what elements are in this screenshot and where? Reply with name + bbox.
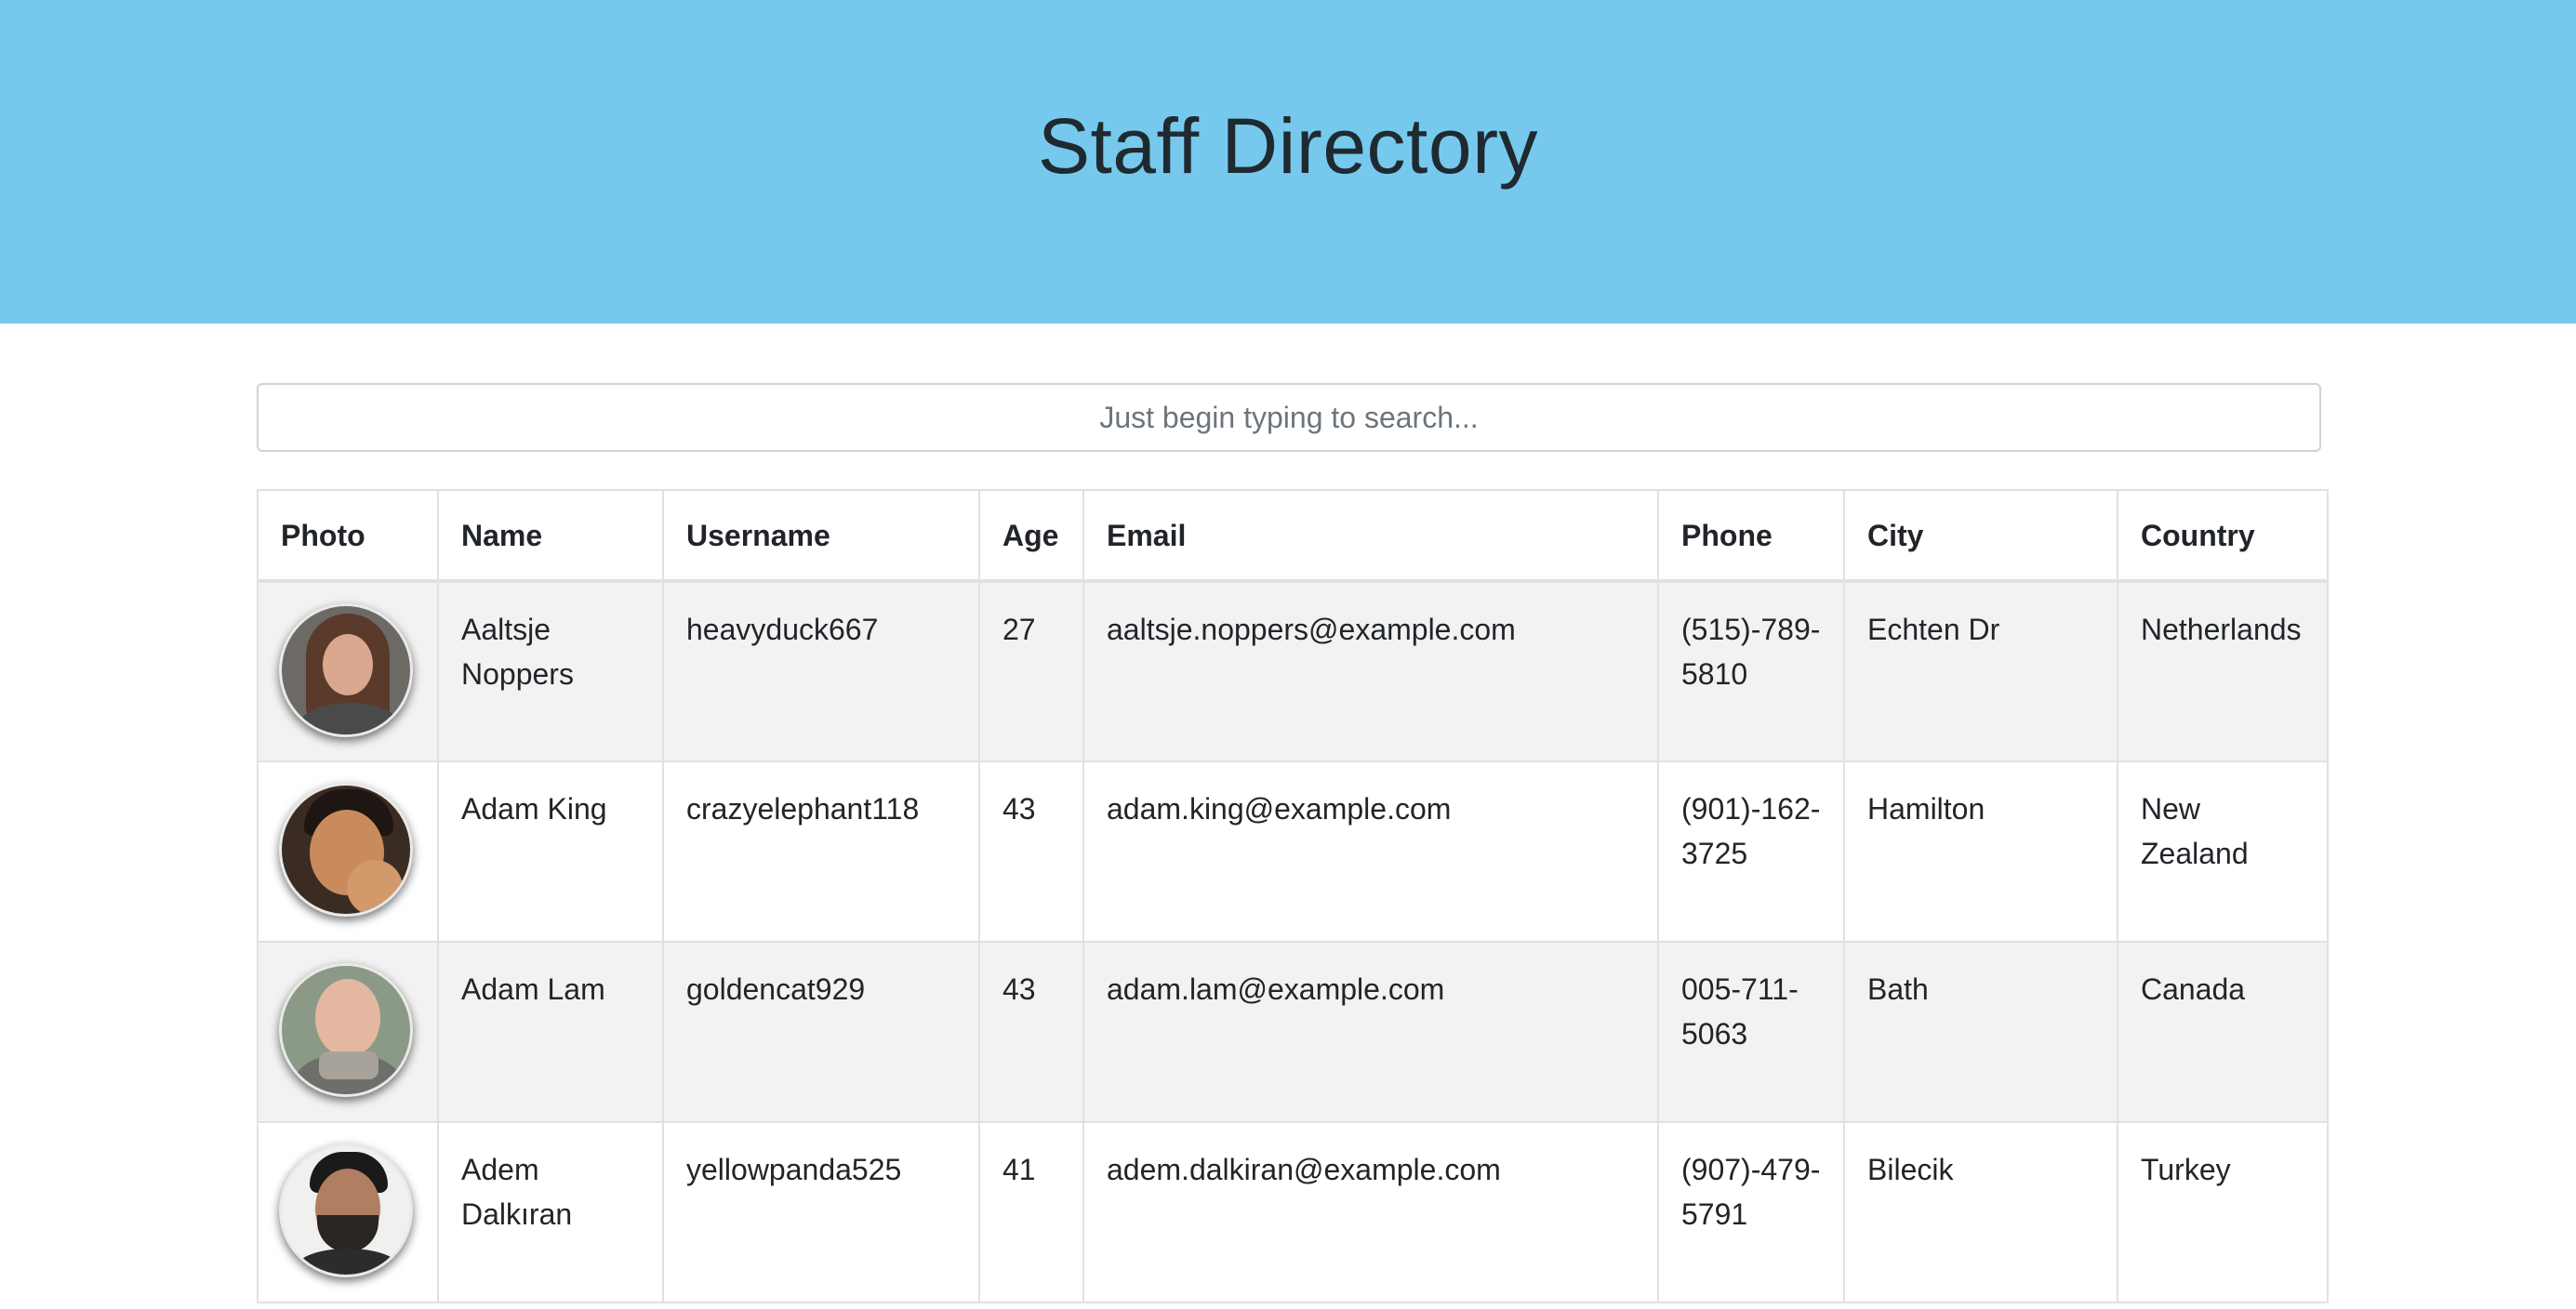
phone-cell: (901)-162-3725 xyxy=(1657,760,1845,943)
phone-cell: (907)-479-5791 xyxy=(1657,1121,1845,1303)
name-cell: Adam Lam xyxy=(437,941,664,1123)
photo-cell xyxy=(257,1121,439,1303)
username-cell: crazyelephant118 xyxy=(662,760,980,943)
email-cell: aaltsje.noppers@example.com xyxy=(1082,580,1659,762)
column-header-username[interactable]: Username xyxy=(662,489,980,583)
country-cell: Canada xyxy=(2117,941,2329,1123)
photo-cell xyxy=(257,580,439,762)
country-cell: Turkey xyxy=(2117,1121,2329,1303)
avatar xyxy=(279,963,413,1097)
header-row: Photo Name Username Age Email Phone City… xyxy=(257,489,2329,583)
avatar xyxy=(279,783,413,917)
table-header: Photo Name Username Age Email Phone City… xyxy=(257,489,2329,583)
column-header-name[interactable]: Name xyxy=(437,489,664,583)
column-header-country[interactable]: Country xyxy=(2117,489,2329,583)
age-cell: 41 xyxy=(978,1121,1084,1303)
avatar xyxy=(279,1144,413,1277)
page-title: Staff Directory xyxy=(1037,102,1539,190)
name-cell: Adam King xyxy=(437,760,664,943)
phone-cell: (515)-789-5810 xyxy=(1657,580,1845,762)
table-row[interactable]: Adam Lam goldencat929 43 adam.lam@exampl… xyxy=(257,941,2329,1123)
city-cell: Echten Dr xyxy=(1843,580,2118,762)
page-header: Staff Directory xyxy=(0,0,2576,324)
column-header-phone[interactable]: Phone xyxy=(1657,489,1845,583)
table-row[interactable]: Adem Dalkıran yellowpanda525 41 adem.dal… xyxy=(257,1121,2329,1303)
main-content: Photo Name Username Age Email Phone City… xyxy=(257,383,2329,1303)
phone-cell: 005-711-5063 xyxy=(1657,941,1845,1123)
age-cell: 43 xyxy=(978,941,1084,1123)
name-cell: Aaltsje Noppers xyxy=(437,580,664,762)
city-cell: Bath xyxy=(1843,941,2118,1123)
search-input[interactable] xyxy=(257,383,2321,452)
age-cell: 27 xyxy=(978,580,1084,762)
staff-table: Photo Name Username Age Email Phone City… xyxy=(257,489,2329,1303)
city-cell: Bilecik xyxy=(1843,1121,2118,1303)
country-cell: New Zealand xyxy=(2117,760,2329,943)
email-cell: adam.king@example.com xyxy=(1082,760,1659,943)
email-cell: adem.dalkiran@example.com xyxy=(1082,1121,1659,1303)
username-cell: heavyduck667 xyxy=(662,580,980,762)
name-cell: Adem Dalkıran xyxy=(437,1121,664,1303)
table-row[interactable]: Adam King crazyelephant118 43 adam.king@… xyxy=(257,760,2329,943)
table-row[interactable]: Aaltsje Noppers heavyduck667 27 aaltsje.… xyxy=(257,580,2329,762)
avatar xyxy=(279,603,413,737)
photo-cell xyxy=(257,941,439,1123)
column-header-age[interactable]: Age xyxy=(978,489,1084,583)
age-cell: 43 xyxy=(978,760,1084,943)
column-header-email[interactable]: Email xyxy=(1082,489,1659,583)
photo-cell xyxy=(257,760,439,943)
column-header-photo[interactable]: Photo xyxy=(257,489,439,583)
username-cell: yellowpanda525 xyxy=(662,1121,980,1303)
column-header-city[interactable]: City xyxy=(1843,489,2118,583)
table-body: Aaltsje Noppers heavyduck667 27 aaltsje.… xyxy=(257,580,2329,1303)
city-cell: Hamilton xyxy=(1843,760,2118,943)
email-cell: adam.lam@example.com xyxy=(1082,941,1659,1123)
username-cell: goldencat929 xyxy=(662,941,980,1123)
country-cell: Netherlands xyxy=(2117,580,2329,762)
